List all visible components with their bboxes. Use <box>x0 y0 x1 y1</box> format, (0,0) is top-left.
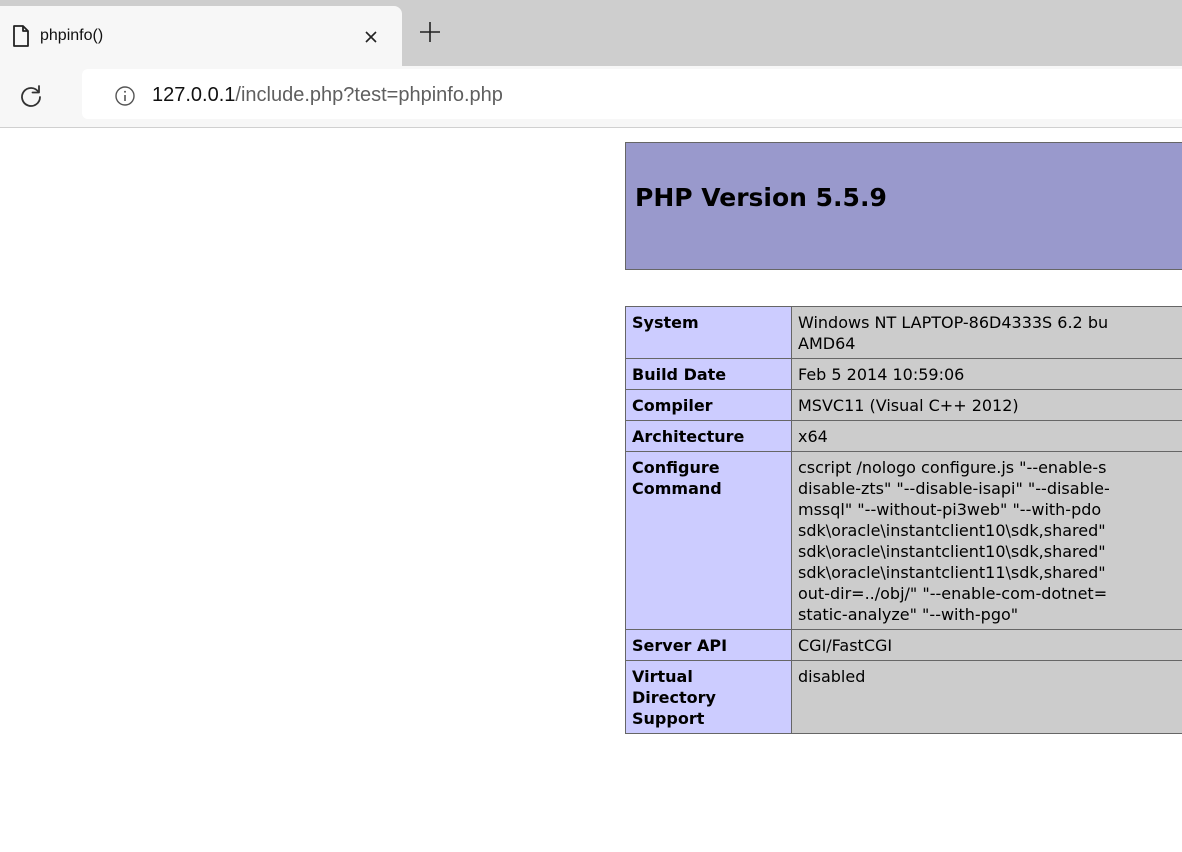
row-value: CGI/FastCGI <box>791 629 1182 661</box>
phpinfo-table: System Windows NT LAPTOP-86D4333S 6.2 bu… <box>625 306 1182 734</box>
row-value: x64 <box>791 420 1182 452</box>
row-value: Feb 5 2014 10:59:06 <box>791 358 1182 390</box>
url-path: /include.php?test=phpinfo.php <box>235 84 503 106</box>
url-host: 127.0.0.1 <box>152 84 236 106</box>
table-row: System Windows NT LAPTOP-86D4333S 6.2 bu… <box>625 306 1182 359</box>
row-key: Virtual Directory Support <box>625 660 792 734</box>
page-title: PHP Version 5.5.9 <box>635 183 887 212</box>
table-row: Server API CGI/FastCGI <box>625 629 1182 661</box>
row-key: Compiler <box>625 389 792 421</box>
table-row: Virtual Directory Support disabled <box>625 660 1182 734</box>
url-text[interactable]: 127.0.0.1/include.php?test=phpinfo.php <box>152 82 503 108</box>
row-key: Server API <box>625 629 792 661</box>
table-row: Build Date Feb 5 2014 10:59:06 <box>625 358 1182 390</box>
table-row: Configure Command cscript /nologo config… <box>625 451 1182 630</box>
new-tab-button[interactable] <box>416 18 444 46</box>
tab-title: phpinfo() <box>40 27 104 44</box>
row-key: System <box>625 306 792 359</box>
info-icon[interactable] <box>114 85 136 107</box>
row-value: MSVC11 (Visual C++ 2012) <box>791 389 1182 421</box>
browser-toolbar: 127.0.0.1/include.php?test=phpinfo.php <box>0 66 1182 128</box>
php-version-header: PHP Version 5.5.9 <box>625 142 1182 270</box>
row-value: cscript /nologo configure.js "--enable-s… <box>791 451 1182 630</box>
tab-phpinfo[interactable]: phpinfo() <box>0 6 402 66</box>
file-icon <box>13 25 29 47</box>
row-key: Build Date <box>625 358 792 390</box>
reload-icon[interactable] <box>18 83 44 109</box>
row-value: Windows NT LAPTOP-86D4333S 6.2 bu AMD64 <box>791 306 1182 359</box>
row-value: disabled <box>791 660 1182 734</box>
table-row: Compiler MSVC11 (Visual C++ 2012) <box>625 389 1182 421</box>
table-row: Architecture x64 <box>625 420 1182 452</box>
row-key: Architecture <box>625 420 792 452</box>
tab-strip: phpinfo() <box>0 0 1182 66</box>
address-bar[interactable]: 127.0.0.1/include.php?test=phpinfo.php <box>82 69 1182 119</box>
row-key: Configure Command <box>625 451 792 630</box>
close-icon[interactable] <box>360 26 382 48</box>
